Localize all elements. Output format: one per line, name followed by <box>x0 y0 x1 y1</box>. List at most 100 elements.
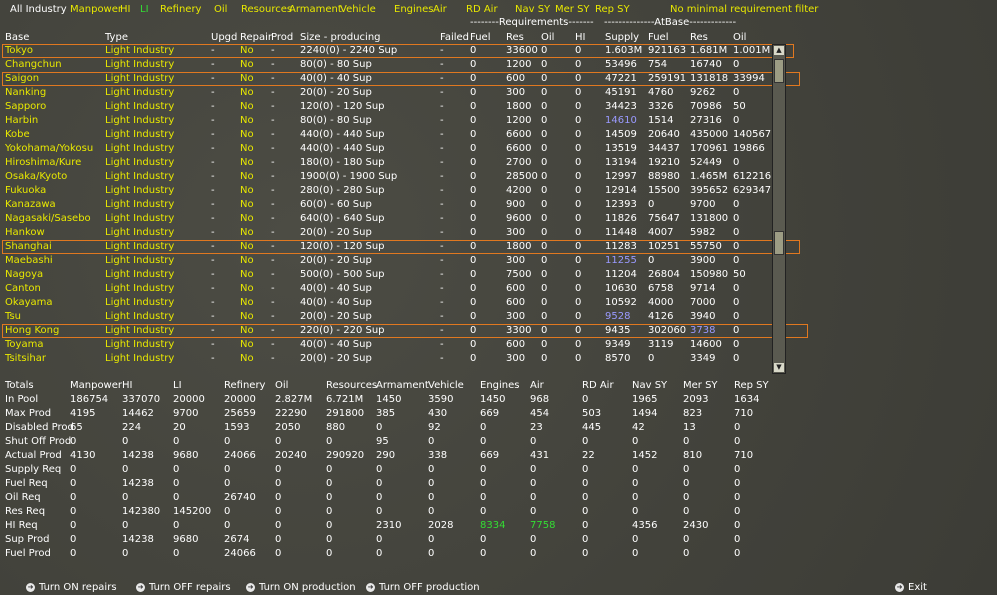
row-repair[interactable]: No <box>240 115 254 126</box>
filter-mer-sy[interactable]: Mer SY <box>555 4 590 15</box>
table-row[interactable]: Yokohama/Yokosu Light Industry - No - 440(0) … <box>0 142 770 156</box>
table-row[interactable]: Hankow Light Industry - No - 20(0) - 20 Sup - 0… <box>0 226 770 240</box>
table-row[interactable]: Sapporo Light Industry - No - 120(0) - 120 Su… <box>0 100 770 114</box>
filter-rd-air[interactable]: RD Air <box>466 4 498 15</box>
turn-on-production-button[interactable]: ➜ Turn ON production <box>246 582 356 593</box>
scroll-thumb[interactable] <box>774 231 784 255</box>
table-row[interactable]: Harbin Light Industry - No - 80(0) - 80 Sup - 0… <box>0 114 770 128</box>
filter-oil[interactable]: Oil <box>214 4 227 15</box>
filter-manpower[interactable]: Manpower <box>70 4 122 15</box>
filter-refinery[interactable]: Refinery <box>160 4 201 15</box>
row-base[interactable]: Toyama <box>5 339 43 350</box>
row-repair[interactable]: No <box>240 353 254 364</box>
table-row[interactable]: Nanking Light Industry - No - 20(0) - 20 Sup -… <box>0 86 770 100</box>
row-base[interactable]: Tsitsihar <box>5 353 46 364</box>
row-base[interactable]: Hankow <box>5 227 45 238</box>
row-base[interactable]: Kobe <box>5 129 30 140</box>
row-base[interactable]: Osaka/Kyoto <box>5 171 67 182</box>
row-base[interactable]: Kanazawa <box>5 199 56 210</box>
row-base[interactable]: Hong Kong <box>5 325 59 336</box>
col-base-fuel[interactable]: Fuel <box>648 32 668 43</box>
row-base[interactable]: Saigon <box>5 73 39 84</box>
table-row[interactable]: Canton Light Industry - No - 40(0) - 40 Sup - 0… <box>0 282 770 296</box>
row-repair[interactable]: No <box>240 199 254 210</box>
table-row[interactable]: Hiroshima/Kure Light Industry - No - 180(0) -… <box>0 156 770 170</box>
row-repair[interactable]: No <box>240 255 254 266</box>
col-repair[interactable]: Repair <box>240 32 272 43</box>
scroll-down-icon[interactable]: ▼ <box>774 363 784 372</box>
table-row[interactable]: Fukuoka Light Industry - No - 280(0) - 280 Su… <box>0 184 771 198</box>
row-repair[interactable]: No <box>240 311 254 322</box>
table-row[interactable]: Tokyo Light Industry - No - 2240(0) - 2240 Su… <box>0 44 794 58</box>
table-row[interactable]: Hong Kong Light Industry - No - 220(0) - 220 … <box>0 324 808 338</box>
table-row[interactable]: Tsitsihar Light Industry - No - 20(0) - 20 Su… <box>0 352 770 366</box>
filter-resources[interactable]: Resources <box>241 4 292 15</box>
row-repair[interactable]: No <box>240 129 254 140</box>
col-type[interactable]: Type <box>105 32 128 43</box>
table-row[interactable]: Saigon Light Industry - No - 40(0) - 40 Sup - 0… <box>0 72 800 86</box>
row-repair[interactable]: No <box>240 45 254 56</box>
row-base[interactable]: Fukuoka <box>5 185 46 196</box>
row-base[interactable]: Harbin <box>5 115 38 126</box>
table-row[interactable]: Tsu Light Industry - No - 20(0) - 20 Sup - 0 300… <box>0 310 770 324</box>
row-repair[interactable]: No <box>240 269 254 280</box>
table-row[interactable]: Osaka/Kyoto Light Industry - No - 1900(0) - 1… <box>0 170 771 184</box>
filter-nav-sy[interactable]: Nav SY <box>515 4 550 15</box>
col-base[interactable]: Base <box>5 32 29 43</box>
row-base[interactable]: Nanking <box>5 87 46 98</box>
col-failed[interactable]: Failed <box>440 32 469 43</box>
scroll-up-icon[interactable]: ▲ <box>774 46 784 55</box>
row-base[interactable]: Changchun <box>5 59 62 70</box>
row-repair[interactable]: No <box>240 325 254 336</box>
table-row[interactable]: Nagoya Light Industry - No - 500(0) - 500 Sup… <box>0 268 770 282</box>
table-row[interactable]: Okayama Light Industry - No - 40(0) - 40 Sup -… <box>0 296 770 310</box>
row-repair[interactable]: No <box>240 59 254 70</box>
table-row[interactable]: Maebashi Light Industry - No - 20(0) - 20 Sup… <box>0 254 770 268</box>
col-size-producing[interactable]: Size - producing <box>300 32 381 43</box>
table-row[interactable]: Changchun Light Industry - No - 80(0) - 80 Su… <box>0 58 770 72</box>
filter-all-industry[interactable]: All Industry <box>10 4 67 15</box>
filter-engines[interactable]: Engines <box>394 4 433 15</box>
row-base[interactable]: Maebashi <box>5 255 53 266</box>
filter-hi[interactable]: HI <box>120 4 130 15</box>
scroll-thumb-upper[interactable] <box>774 59 784 83</box>
table-row[interactable]: Kobe Light Industry - No - 440(0) - 440 Sup - 0… <box>0 128 771 142</box>
filter-minimal-requirement[interactable]: No minimal requirement filter <box>670 4 818 15</box>
row-base[interactable]: Nagoya <box>5 269 43 280</box>
row-base[interactable]: Sapporo <box>5 101 46 112</box>
row-base[interactable]: Shanghai <box>5 241 52 252</box>
exit-button[interactable]: ➜ Exit <box>895 582 927 593</box>
row-base[interactable]: Tsu <box>5 311 21 322</box>
filter-air[interactable]: Air <box>433 4 447 15</box>
row-repair[interactable]: No <box>240 73 254 84</box>
table-scrollbar[interactable]: ▲ ▼ <box>772 44 786 374</box>
col-req-oil[interactable]: Oil <box>541 32 554 43</box>
row-repair[interactable]: No <box>240 87 254 98</box>
filter-armament[interactable]: Armament <box>289 4 342 15</box>
row-repair[interactable]: No <box>240 157 254 168</box>
col-base-oil[interactable]: Oil <box>733 32 746 43</box>
row-repair[interactable]: No <box>240 241 254 252</box>
turn-on-repairs-button[interactable]: ➜ Turn ON repairs <box>26 582 117 593</box>
filter-vehicle[interactable]: Vehicle <box>340 4 376 15</box>
turn-off-production-button[interactable]: ➜ Turn OFF production <box>366 582 480 593</box>
row-base[interactable]: Nagasaki/Sasebo <box>5 213 91 224</box>
row-repair[interactable]: No <box>240 283 254 294</box>
row-base[interactable]: Canton <box>5 283 41 294</box>
col-req-fuel[interactable]: Fuel <box>470 32 490 43</box>
row-repair[interactable]: No <box>240 227 254 238</box>
table-row[interactable]: Shanghai Light Industry - No - 120(0) - 120 S… <box>0 240 800 254</box>
row-repair[interactable]: No <box>240 185 254 196</box>
filter-li[interactable]: LI <box>140 4 149 15</box>
row-repair[interactable]: No <box>240 213 254 224</box>
row-repair[interactable]: No <box>240 339 254 350</box>
row-repair[interactable]: No <box>240 101 254 112</box>
row-repair[interactable]: No <box>240 171 254 182</box>
row-base[interactable]: Okayama <box>5 297 53 308</box>
col-req-hi[interactable]: HI <box>575 32 585 43</box>
col-prod[interactable]: Prod <box>271 32 293 43</box>
table-row[interactable]: Nagasaki/Sasebo Light Industry - No - 640(0) … <box>0 212 770 226</box>
col-upgd[interactable]: Upgd <box>211 32 237 43</box>
filter-rep-sy[interactable]: Rep SY <box>595 4 630 15</box>
row-repair[interactable]: No <box>240 143 254 154</box>
